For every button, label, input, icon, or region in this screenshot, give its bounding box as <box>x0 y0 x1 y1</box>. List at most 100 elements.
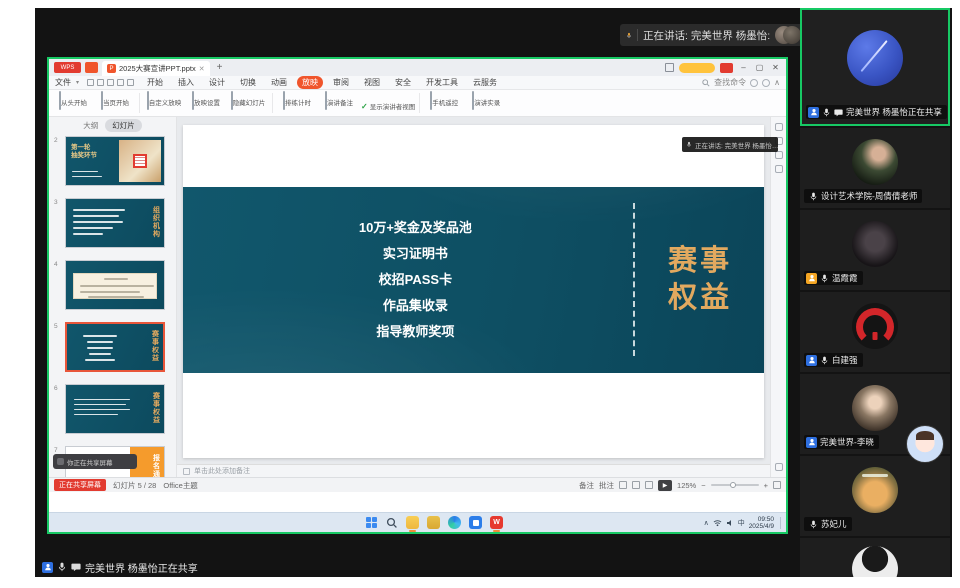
participant-tile[interactable]: 苏妃儿 <box>800 456 950 536</box>
slides-panel: 大纲 幻灯片 2 第一轮抽奖环节 <box>49 117 177 477</box>
promo-tag[interactable] <box>720 63 733 73</box>
tab-security[interactable]: 安全 <box>390 76 416 89</box>
zoom-level[interactable]: 125% <box>677 481 696 490</box>
save-icon[interactable] <box>87 79 94 86</box>
close-tab-icon[interactable]: ✕ <box>199 65 205 73</box>
zoom-out-icon[interactable]: − <box>701 481 705 490</box>
phone-remote-button[interactable]: 手机遥控 <box>424 92 464 110</box>
notes-toggle[interactable]: 备注 <box>579 480 594 491</box>
speaker-notes-button[interactable]: 演讲备注 <box>319 92 359 110</box>
new-tab-button[interactable]: + <box>217 62 223 73</box>
zoom-slider[interactable] <box>711 484 759 486</box>
wps-statusbar: 正在共享屏幕 幻灯片 5 / 28 Office主题 备注 批注 ▶ 125% … <box>49 477 786 492</box>
document-tab[interactable]: P 2025大赛宣讲PPT.pptx ✕ <box>102 61 210 76</box>
outline-tab[interactable]: 大纲 <box>83 120 98 131</box>
participant-tile-sharing[interactable]: 完美世界 杨墨怡正在共享 <box>800 8 950 126</box>
presentation-record-button[interactable]: 演讲实录 <box>466 92 506 110</box>
tab-insert[interactable]: 插入 <box>173 76 199 89</box>
volume-icon[interactable] <box>726 519 734 527</box>
tab-view[interactable]: 视图 <box>359 76 385 89</box>
search-icon[interactable] <box>702 79 710 87</box>
zoom-in-icon[interactable]: + <box>764 481 768 490</box>
collapse-ribbon-icon[interactable]: ∧ <box>774 78 780 87</box>
person-badge-icon <box>42 562 53 573</box>
properties-icon[interactable] <box>775 123 783 131</box>
normal-view-icon[interactable] <box>619 481 627 489</box>
benefit-item: 指导教师奖项 <box>322 319 508 345</box>
slide-thumbnail-4[interactable]: 4 <box>49 260 176 310</box>
participant-tile[interactable]: 白建强 <box>800 292 950 372</box>
participant-tile[interactable]: 设计艺术学院-周倩倩老师 <box>800 128 950 208</box>
tab-cloud[interactable]: 云服务 <box>468 76 502 89</box>
ppt-file-icon: P <box>107 64 116 73</box>
tray-expand-icon[interactable]: ∧ <box>704 519 709 527</box>
preview-icon[interactable] <box>107 79 114 86</box>
tab-devtools[interactable]: 开发工具 <box>421 76 463 89</box>
participant-tile[interactable] <box>800 538 950 577</box>
floating-avatar-bubble[interactable] <box>906 425 944 463</box>
edge-browser-icon[interactable] <box>448 516 461 529</box>
slide-thumbnail-3[interactable]: 3 组织机构 <box>49 198 176 248</box>
wps-logo[interactable]: WPS <box>54 62 81 73</box>
collab-icon[interactable] <box>762 79 770 87</box>
share-toast: 你正在共享屏幕 <box>53 454 137 469</box>
redo-icon[interactable] <box>127 79 134 86</box>
show-settings-button[interactable]: 放映设置 <box>186 92 226 110</box>
taskbar-search-icon[interactable] <box>386 517 398 529</box>
print-icon[interactable] <box>97 79 104 86</box>
rehearse-button[interactable]: 排练计时 <box>277 92 317 110</box>
promo-badge[interactable] <box>679 63 715 73</box>
maximize-icon[interactable]: ▢ <box>754 63 765 72</box>
meeting-app-icon[interactable] <box>469 516 482 529</box>
sharing-badge: 正在共享屏幕 <box>54 479 106 491</box>
file-menu[interactable]: 文件 <box>55 77 71 88</box>
wps-taskbar-icon[interactable]: W <box>490 516 503 529</box>
tab-design[interactable]: 设计 <box>204 76 230 89</box>
slide-thumbnail-5-selected[interactable]: 5 赛事权益 <box>49 322 176 372</box>
tab-transition[interactable]: 切换 <box>235 76 261 89</box>
custom-show-button[interactable]: 自定义放映 <box>144 92 184 110</box>
undo-icon[interactable] <box>117 79 124 86</box>
tab-slideshow[interactable]: 放映 <box>297 76 323 89</box>
comments-toggle[interactable]: 批注 <box>599 480 614 491</box>
file-explorer-icon[interactable] <box>406 516 419 529</box>
show-desktop-button[interactable] <box>780 517 782 529</box>
selection-pane-icon[interactable] <box>775 151 783 159</box>
folder-app-icon[interactable] <box>427 516 440 529</box>
reading-view-icon[interactable] <box>645 481 653 489</box>
wps-home-icon[interactable] <box>85 62 98 73</box>
tab-animation[interactable]: 动画 <box>266 76 292 89</box>
sync-icon[interactable] <box>750 79 758 87</box>
help-icon[interactable] <box>775 165 783 173</box>
windows-taskbar: W ∧ 中 09:50 2025/4/9 <box>49 512 786 532</box>
close-icon[interactable]: ✕ <box>770 63 781 72</box>
sorter-view-icon[interactable] <box>632 481 640 489</box>
participant-tile[interactable]: 温霞霞 <box>800 210 950 290</box>
start-button[interactable] <box>365 516 378 529</box>
tab-home[interactable]: 开始 <box>142 76 168 89</box>
current-slide[interactable]: 10万+奖金及奖品池 实习证明书 校招PASS卡 作品集收录 指导教师奖项 赛事 <box>183 125 764 458</box>
more-icon[interactable] <box>775 463 783 471</box>
wifi-icon[interactable] <box>713 519 722 527</box>
apps-grid-icon[interactable] <box>665 63 674 72</box>
slide-thumbnail-6[interactable]: 6 赛事权益 <box>49 384 176 434</box>
ime-indicator[interactable]: 中 <box>738 518 745 528</box>
tab-review[interactable]: 审阅 <box>328 76 354 89</box>
right-rail <box>770 117 786 477</box>
hide-slide-button[interactable]: 隐藏幻灯片 <box>228 92 268 110</box>
clock[interactable]: 09:50 2025/4/9 <box>749 516 774 530</box>
slides-tab[interactable]: 幻灯片 <box>105 119 142 132</box>
toast-handle[interactable] <box>57 458 64 465</box>
slide-thumbnail-2[interactable]: 2 第一轮抽奖环节 <box>49 136 176 186</box>
quick-access-toolbar <box>87 79 134 86</box>
notes-bar[interactable]: 单击此处添加备注 <box>177 464 770 477</box>
dashed-divider <box>633 203 635 356</box>
minimize-icon[interactable]: – <box>738 63 749 72</box>
fit-slide-icon[interactable] <box>773 481 781 489</box>
slideshow-play-button[interactable]: ▶ <box>658 480 672 491</box>
find-command-label[interactable]: 查找命令 <box>714 77 746 88</box>
play-from-start-button[interactable]: 从头开始 <box>53 92 93 110</box>
play-from-current-button[interactable]: 当页开始 <box>95 92 135 110</box>
presenter-view-checkbox[interactable]: ✓显示演讲者视图 <box>361 101 415 111</box>
zoom-slider-knob[interactable] <box>730 482 736 488</box>
